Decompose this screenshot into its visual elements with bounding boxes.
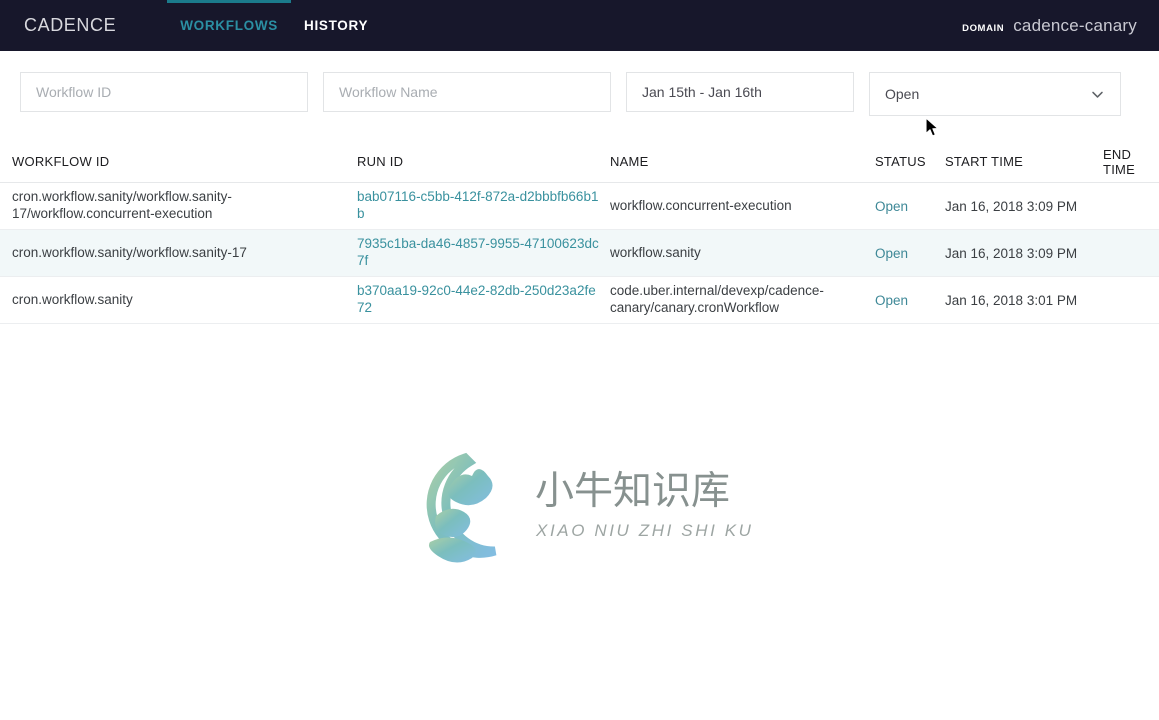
column-header-end-time: END TIME <box>1103 146 1136 177</box>
cell-start-time: Jan 16, 2018 3:09 PM <box>945 245 1078 261</box>
table-row[interactable]: cron.workflow.sanity b370aa19-92c0-44e2-… <box>0 277 1159 324</box>
cell-name: code.uber.internal/devexp/cadence-canary… <box>610 283 824 315</box>
column-header-workflow-id: WORKFLOW ID <box>12 154 110 170</box>
status-filter-value: Open <box>885 86 920 102</box>
column-header-status: STATUS <box>875 154 926 170</box>
date-range-picker[interactable]: Jan 15th - Jan 16th <box>626 72 854 112</box>
cell-status[interactable]: Open <box>875 246 945 261</box>
table-row[interactable]: cron.workflow.sanity/workflow.sanity-17 … <box>0 230 1159 277</box>
status-filter-select[interactable]: Open <box>869 72 1121 116</box>
watermark-pinyin-text: XIAO NIU ZHI SHI KU <box>535 521 754 540</box>
tab-workflows[interactable]: WORKFLOWS <box>167 0 291 51</box>
workflow-id-placeholder: Workflow ID <box>36 84 112 100</box>
cell-name: workflow.concurrent-execution <box>610 197 792 213</box>
workflow-name-input[interactable]: Workflow Name <box>323 72 611 112</box>
mouse-cursor <box>925 117 941 139</box>
table-header-row: WORKFLOW ID RUN ID NAME STATUS START TIM… <box>0 141 1159 183</box>
column-header-run-id: RUN ID <box>357 154 404 170</box>
cell-status[interactable]: Open <box>875 199 945 214</box>
cell-name: workflow.sanity <box>610 244 701 260</box>
tab-history-label: HISTORY <box>304 18 369 33</box>
workflow-name-placeholder: Workflow Name <box>339 84 438 100</box>
tab-history[interactable]: HISTORY <box>291 0 381 51</box>
cell-run-id-link[interactable]: 7935c1ba-da46-4857-9955-47100623dc7f <box>357 236 610 270</box>
domain-label: DOMAIN <box>962 22 1005 34</box>
filter-bar: Workflow ID Workflow Name Jan 15th - Jan… <box>0 51 1159 116</box>
workflow-id-input[interactable]: Workflow ID <box>20 72 308 112</box>
cell-start-time: Jan 16, 2018 3:09 PM <box>945 198 1078 214</box>
app-header: CADENCE WORKFLOWS HISTORY DOMAIN cadence… <box>0 0 1159 51</box>
app-logo: CADENCE <box>24 15 117 35</box>
cell-workflow-id: cron.workflow.sanity <box>12 291 133 307</box>
watermark-cn-text: 小牛知识库 <box>535 469 730 514</box>
cell-start-time: Jan 16, 2018 3:01 PM <box>945 292 1078 308</box>
date-range-value: Jan 15th - Jan 16th <box>642 84 762 100</box>
watermark-overlay: 小牛知识库 XIAO NIU ZHI SHI KU <box>390 446 770 566</box>
main-navigation: WORKFLOWS HISTORY <box>167 0 381 51</box>
cell-run-id-link[interactable]: bab07116-c5bb-412f-872a-d2bbbfb66b1b <box>357 189 610 223</box>
table-row[interactable]: cron.workflow.sanity/workflow.sanity-17/… <box>0 183 1159 230</box>
workflow-table: WORKFLOW ID RUN ID NAME STATUS START TIM… <box>0 141 1159 563</box>
chevron-down-icon <box>1090 87 1105 102</box>
domain-value: cadence-canary <box>1013 15 1137 35</box>
cell-workflow-id: cron.workflow.sanity/workflow.sanity-17/… <box>12 189 232 221</box>
cell-run-id-link[interactable]: b370aa19-92c0-44e2-82db-250d23a2fe72 <box>357 283 610 317</box>
cell-workflow-id: cron.workflow.sanity/workflow.sanity-17 <box>12 244 247 260</box>
tab-workflows-label: WORKFLOWS <box>180 18 278 33</box>
column-header-name: NAME <box>610 154 649 170</box>
column-header-start-time: START TIME <box>945 154 1024 170</box>
domain-indicator: DOMAIN cadence-canary <box>962 16 1137 36</box>
cell-status[interactable]: Open <box>875 293 945 308</box>
